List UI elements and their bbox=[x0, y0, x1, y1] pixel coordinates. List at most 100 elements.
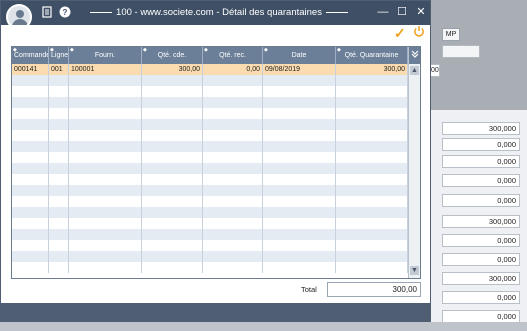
table-cell[interactable] bbox=[263, 130, 336, 141]
table-cell[interactable] bbox=[49, 86, 69, 97]
table-cell[interactable] bbox=[49, 207, 69, 218]
table-cell[interactable] bbox=[336, 152, 408, 163]
table-cell[interactable] bbox=[336, 174, 408, 185]
table-cell[interactable] bbox=[203, 97, 263, 108]
table-cell[interactable] bbox=[203, 196, 263, 207]
table-cell[interactable] bbox=[12, 75, 49, 86]
table-row[interactable] bbox=[12, 108, 408, 119]
table-row[interactable] bbox=[12, 130, 408, 141]
background-value-field[interactable]: 300,000 bbox=[442, 215, 520, 228]
validate-button[interactable]: ✓ bbox=[394, 25, 406, 42]
table-cell[interactable] bbox=[263, 86, 336, 97]
table-cell[interactable] bbox=[12, 141, 49, 152]
table-cell[interactable] bbox=[336, 218, 408, 229]
table-cell[interactable] bbox=[263, 218, 336, 229]
table-cell[interactable] bbox=[203, 207, 263, 218]
table-cell[interactable] bbox=[49, 218, 69, 229]
table-cell[interactable] bbox=[336, 163, 408, 174]
table-cell[interactable] bbox=[49, 130, 69, 141]
table-cell[interactable] bbox=[12, 119, 49, 130]
header-col-fournisseur[interactable]: ◆ Fourn. bbox=[69, 47, 142, 64]
table-cell[interactable] bbox=[69, 141, 142, 152]
table-cell[interactable]: 300,00 bbox=[142, 64, 203, 75]
table-cell[interactable] bbox=[263, 207, 336, 218]
table-cell[interactable] bbox=[69, 108, 142, 119]
table-cell[interactable] bbox=[263, 163, 336, 174]
table-row[interactable]: 000141 001 100001 300,00 0,00 09/08/2019 300,0… bbox=[12, 64, 408, 75]
table-cell[interactable] bbox=[12, 240, 49, 251]
table-cell[interactable] bbox=[12, 251, 49, 262]
table-cell[interactable] bbox=[203, 174, 263, 185]
table-row[interactable] bbox=[12, 119, 408, 130]
table-row[interactable] bbox=[12, 86, 408, 97]
table-cell[interactable] bbox=[263, 240, 336, 251]
table-cell[interactable] bbox=[142, 141, 203, 152]
table-cell[interactable] bbox=[69, 240, 142, 251]
table-cell[interactable] bbox=[12, 207, 49, 218]
title-bar[interactable]: ? 100 - www.societe.com - Détail des qua… bbox=[1, 1, 430, 30]
table-cell[interactable] bbox=[142, 229, 203, 240]
table-cell[interactable] bbox=[203, 229, 263, 240]
table-cell[interactable] bbox=[49, 152, 69, 163]
table-cell[interactable] bbox=[69, 75, 142, 86]
table-row[interactable] bbox=[12, 218, 408, 229]
table-cell[interactable] bbox=[142, 207, 203, 218]
background-value-field[interactable]: 0,000 bbox=[442, 138, 520, 151]
table-cell[interactable] bbox=[336, 108, 408, 119]
table-cell[interactable] bbox=[69, 86, 142, 97]
table-cell[interactable] bbox=[336, 86, 408, 97]
table-row[interactable] bbox=[12, 196, 408, 207]
table-cell[interactable] bbox=[12, 130, 49, 141]
table-cell[interactable] bbox=[69, 174, 142, 185]
table-cell[interactable] bbox=[142, 240, 203, 251]
header-col-date[interactable]: ◆ Date bbox=[263, 47, 336, 64]
table-cell[interactable] bbox=[142, 119, 203, 130]
table-cell[interactable] bbox=[12, 163, 49, 174]
table-cell[interactable] bbox=[142, 130, 203, 141]
table-cell[interactable] bbox=[336, 97, 408, 108]
table-cell[interactable] bbox=[203, 108, 263, 119]
table-cell[interactable] bbox=[263, 97, 336, 108]
table-cell[interactable] bbox=[336, 229, 408, 240]
table-row[interactable] bbox=[12, 141, 408, 152]
table-cell[interactable] bbox=[263, 229, 336, 240]
table-cell[interactable] bbox=[142, 251, 203, 262]
table-cell[interactable]: 300,00 bbox=[336, 64, 408, 75]
table-cell[interactable] bbox=[263, 75, 336, 86]
table-cell[interactable] bbox=[203, 185, 263, 196]
table-cell[interactable] bbox=[142, 174, 203, 185]
header-col-qte-quarantaine[interactable]: ◆ Qté. Quarantaine bbox=[336, 47, 408, 64]
header-col-ligne[interactable]: ◆ Ligne bbox=[49, 47, 69, 64]
table-cell[interactable] bbox=[203, 240, 263, 251]
table-cell[interactable] bbox=[263, 262, 336, 273]
table-cell[interactable] bbox=[49, 108, 69, 119]
table-cell[interactable] bbox=[263, 108, 336, 119]
table-cell[interactable] bbox=[69, 152, 142, 163]
table-cell[interactable] bbox=[203, 218, 263, 229]
table-cell[interactable] bbox=[49, 240, 69, 251]
table-cell[interactable] bbox=[12, 108, 49, 119]
table-cell[interactable] bbox=[142, 185, 203, 196]
table-row[interactable] bbox=[12, 240, 408, 251]
table-cell[interactable] bbox=[336, 130, 408, 141]
table-cell[interactable] bbox=[336, 141, 408, 152]
table-cell[interactable] bbox=[142, 75, 203, 86]
table-cell[interactable] bbox=[12, 86, 49, 97]
table-cell[interactable] bbox=[336, 207, 408, 218]
table-row[interactable] bbox=[12, 185, 408, 196]
table-cell[interactable] bbox=[49, 196, 69, 207]
mp-button[interactable]: MP bbox=[442, 28, 460, 41]
table-cell[interactable] bbox=[203, 75, 263, 86]
table-cell[interactable] bbox=[49, 119, 69, 130]
table-cell[interactable] bbox=[49, 185, 69, 196]
table-cell[interactable] bbox=[203, 130, 263, 141]
table-cell[interactable] bbox=[69, 185, 142, 196]
background-value-field[interactable]: 0,000 bbox=[442, 174, 520, 187]
table-cell[interactable] bbox=[12, 229, 49, 240]
table-cell[interactable] bbox=[69, 119, 142, 130]
table-cell[interactable] bbox=[336, 185, 408, 196]
table-cell[interactable] bbox=[336, 196, 408, 207]
power-icon[interactable] bbox=[413, 25, 425, 38]
table-cell[interactable] bbox=[49, 163, 69, 174]
table-row[interactable] bbox=[12, 75, 408, 86]
